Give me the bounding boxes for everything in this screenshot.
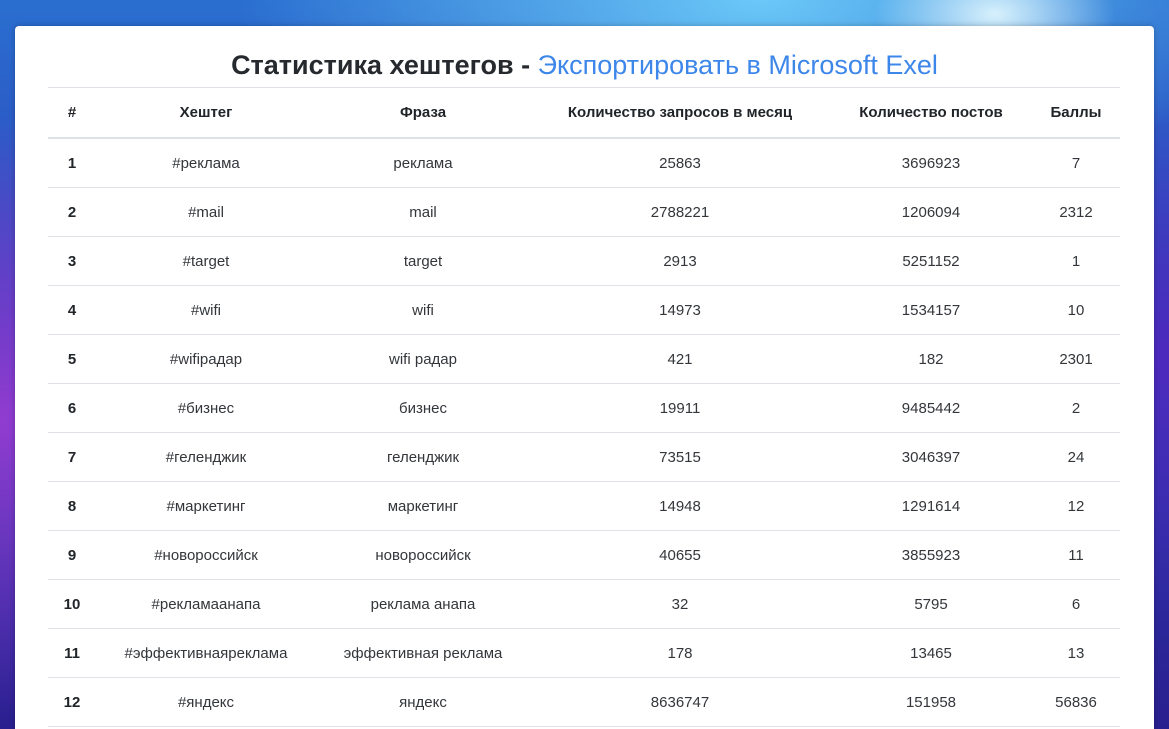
monthly-requests-cell: 421 [530, 334, 830, 384]
score-cell: 11 [1032, 530, 1120, 580]
hashtag-cell: #target [96, 236, 316, 286]
posts-count-cell: 1291614 [830, 481, 1032, 531]
monthly-requests-cell: 8636747 [530, 677, 830, 727]
score-cell: 2312 [1032, 187, 1120, 237]
row-number: 9 [48, 530, 96, 580]
phrase-cell: бизнес [316, 383, 530, 433]
phrase-cell: target [316, 236, 530, 286]
hashtag-cell: #яндекс [96, 677, 316, 727]
posts-count-cell: 3855923 [830, 530, 1032, 580]
posts-count-cell: 151958 [830, 677, 1032, 727]
hashtag-table-container: # Хештег Фраза Количество запросов в мес… [48, 87, 1120, 727]
phrase-cell: эффективная реклама [316, 628, 530, 678]
hashtag-cell: #новороссийск [96, 530, 316, 580]
phrase-cell: новороссийск [316, 530, 530, 580]
posts-count-cell: 9485442 [830, 383, 1032, 433]
hashtag-stats-table: # Хештег Фраза Количество запросов в мес… [48, 87, 1120, 727]
table-row: 1 #реклама реклама 25863 3696923 7 [48, 138, 1120, 188]
table-row: 4 #wifi wifi 14973 1534157 10 [48, 285, 1120, 335]
header-monthly-requests: Количество запросов в месяц [567, 104, 793, 121]
score-cell: 2301 [1032, 334, 1120, 384]
hashtag-cell: #рекламаанапа [96, 579, 316, 629]
phrase-cell: геленджик [316, 432, 530, 482]
hashtag-cell: #реклама [96, 138, 316, 188]
posts-count-cell: 5251152 [830, 236, 1032, 286]
phrase-cell: mail [316, 187, 530, 237]
score-cell: 10 [1032, 285, 1120, 335]
header-posts-count: Количество постов [859, 104, 1003, 121]
table-row: 10 #рекламаанапа реклама анапа 32 5795 6 [48, 579, 1120, 629]
monthly-requests-cell: 14948 [530, 481, 830, 531]
posts-count-cell: 182 [830, 334, 1032, 384]
score-cell: 56836 [1032, 677, 1120, 727]
phrase-cell: реклама [316, 138, 530, 188]
row-number: 2 [48, 187, 96, 237]
row-number: 1 [48, 138, 96, 188]
export-excel-link[interactable]: Экспортировать в Microsoft Exel [538, 50, 938, 80]
row-number: 4 [48, 285, 96, 335]
monthly-requests-cell: 2788221 [530, 187, 830, 237]
row-number: 8 [48, 481, 96, 531]
phrase-cell: реклама анапа [316, 579, 530, 629]
hashtag-cell: #бизнес [96, 383, 316, 433]
table-body: 1 #реклама реклама 25863 3696923 7 2 #mail mail 2… [48, 138, 1120, 727]
monthly-requests-cell: 25863 [530, 138, 830, 188]
row-number: 5 [48, 334, 96, 384]
score-cell: 7 [1032, 138, 1120, 188]
hashtag-cell: #эффективнаяреклама [96, 628, 316, 678]
row-number: 10 [48, 579, 96, 629]
monthly-requests-cell: 32 [530, 579, 830, 629]
score-cell: 1 [1032, 236, 1120, 286]
table-row: 3 #target target 2913 5251152 1 [48, 236, 1120, 286]
header-score: Баллы [1050, 104, 1102, 121]
table-row: 7 #геленджик геленджик 73515 3046397 24 [48, 432, 1120, 482]
posts-count-cell: 1534157 [830, 285, 1032, 335]
table-row: 2 #mail mail 2788221 1206094 2312 [48, 187, 1120, 237]
page-title: Статистика хештегов - Экспортировать в M… [15, 47, 1154, 83]
row-number: 6 [48, 383, 96, 433]
phrase-cell: wifi [316, 285, 530, 335]
phrase-cell: маркетинг [316, 481, 530, 531]
hashtag-cell: #маркетинг [96, 481, 316, 531]
table-row: 9 #новороссийск новороссийск 40655 3855923 11 [48, 530, 1120, 580]
score-cell: 24 [1032, 432, 1120, 482]
hashtag-cell: #геленджик [96, 432, 316, 482]
table-row: 12 #яндекс яндекс 8636747 151958 56836 [48, 677, 1120, 727]
posts-count-cell: 3696923 [830, 138, 1032, 188]
posts-count-cell: 1206094 [830, 187, 1032, 237]
monthly-requests-cell: 178 [530, 628, 830, 678]
title-text: Статистика хештегов - [231, 50, 538, 80]
phrase-cell: яндекс [316, 677, 530, 727]
header-hashtag: Хештег [179, 104, 233, 121]
monthly-requests-cell: 19911 [530, 383, 830, 433]
table-header-row: # Хештег Фраза Количество запросов в мес… [48, 87, 1120, 138]
posts-count-cell: 3046397 [830, 432, 1032, 482]
header-number: # [67, 104, 77, 121]
row-number: 12 [48, 677, 96, 727]
monthly-requests-cell: 73515 [530, 432, 830, 482]
score-cell: 2 [1032, 383, 1120, 433]
hashtag-cell: #wifi [96, 285, 316, 335]
row-number: 7 [48, 432, 96, 482]
row-number: 3 [48, 236, 96, 286]
stats-card: Статистика хештегов - Экспортировать в M… [15, 26, 1154, 729]
row-number: 11 [48, 628, 96, 678]
table-row: 8 #маркетинг маркетинг 14948 1291614 12 [48, 481, 1120, 531]
table-row: 5 #wifiрадар wifi радар 421 182 2301 [48, 334, 1120, 384]
score-cell: 13 [1032, 628, 1120, 678]
monthly-requests-cell: 14973 [530, 285, 830, 335]
header-phrase: Фраза [399, 104, 447, 121]
score-cell: 12 [1032, 481, 1120, 531]
posts-count-cell: 13465 [830, 628, 1032, 678]
table-row: 6 #бизнес бизнес 19911 9485442 2 [48, 383, 1120, 433]
monthly-requests-cell: 40655 [530, 530, 830, 580]
monthly-requests-cell: 2913 [530, 236, 830, 286]
phrase-cell: wifi радар [316, 334, 530, 384]
hashtag-cell: #mail [96, 187, 316, 237]
table-row: 11 #эффективнаяреклама эффективная реклама… [48, 628, 1120, 678]
posts-count-cell: 5795 [830, 579, 1032, 629]
hashtag-cell: #wifiрадар [96, 334, 316, 384]
score-cell: 6 [1032, 579, 1120, 629]
